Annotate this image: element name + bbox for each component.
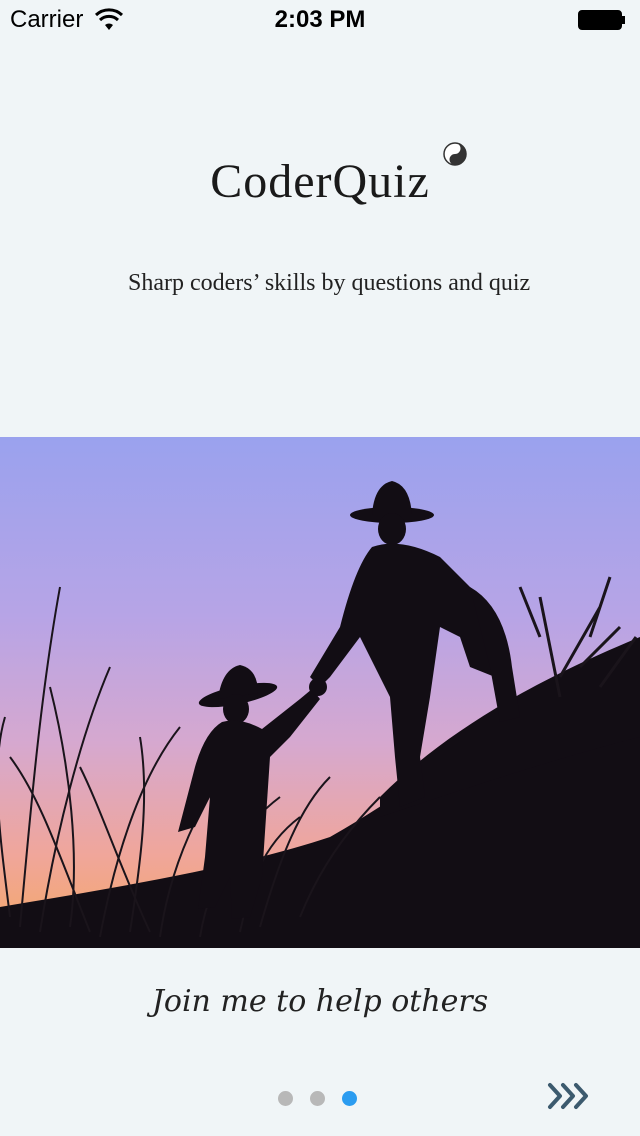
status-time: 2:03 PM (274, 6, 366, 33)
app-title: CoderQuiz (210, 155, 430, 208)
chevrons-right-icon (548, 1083, 588, 1109)
hero-image (0, 437, 640, 948)
silhouette-photo-icon (0, 437, 640, 948)
battery-icon (578, 10, 625, 30)
page-dot-3[interactable] (342, 1091, 357, 1106)
status-bar: Carrier 2:03 PM (0, 0, 640, 40)
yin-yang-icon (443, 142, 467, 166)
app-tagline: Sharp coders’ skills by questions and qu… (128, 270, 531, 296)
next-button[interactable] (546, 1078, 594, 1114)
page-dot-2[interactable] (310, 1091, 325, 1106)
slide-caption: Join me to help others (151, 984, 489, 1019)
page-dot-1[interactable] (278, 1091, 293, 1106)
